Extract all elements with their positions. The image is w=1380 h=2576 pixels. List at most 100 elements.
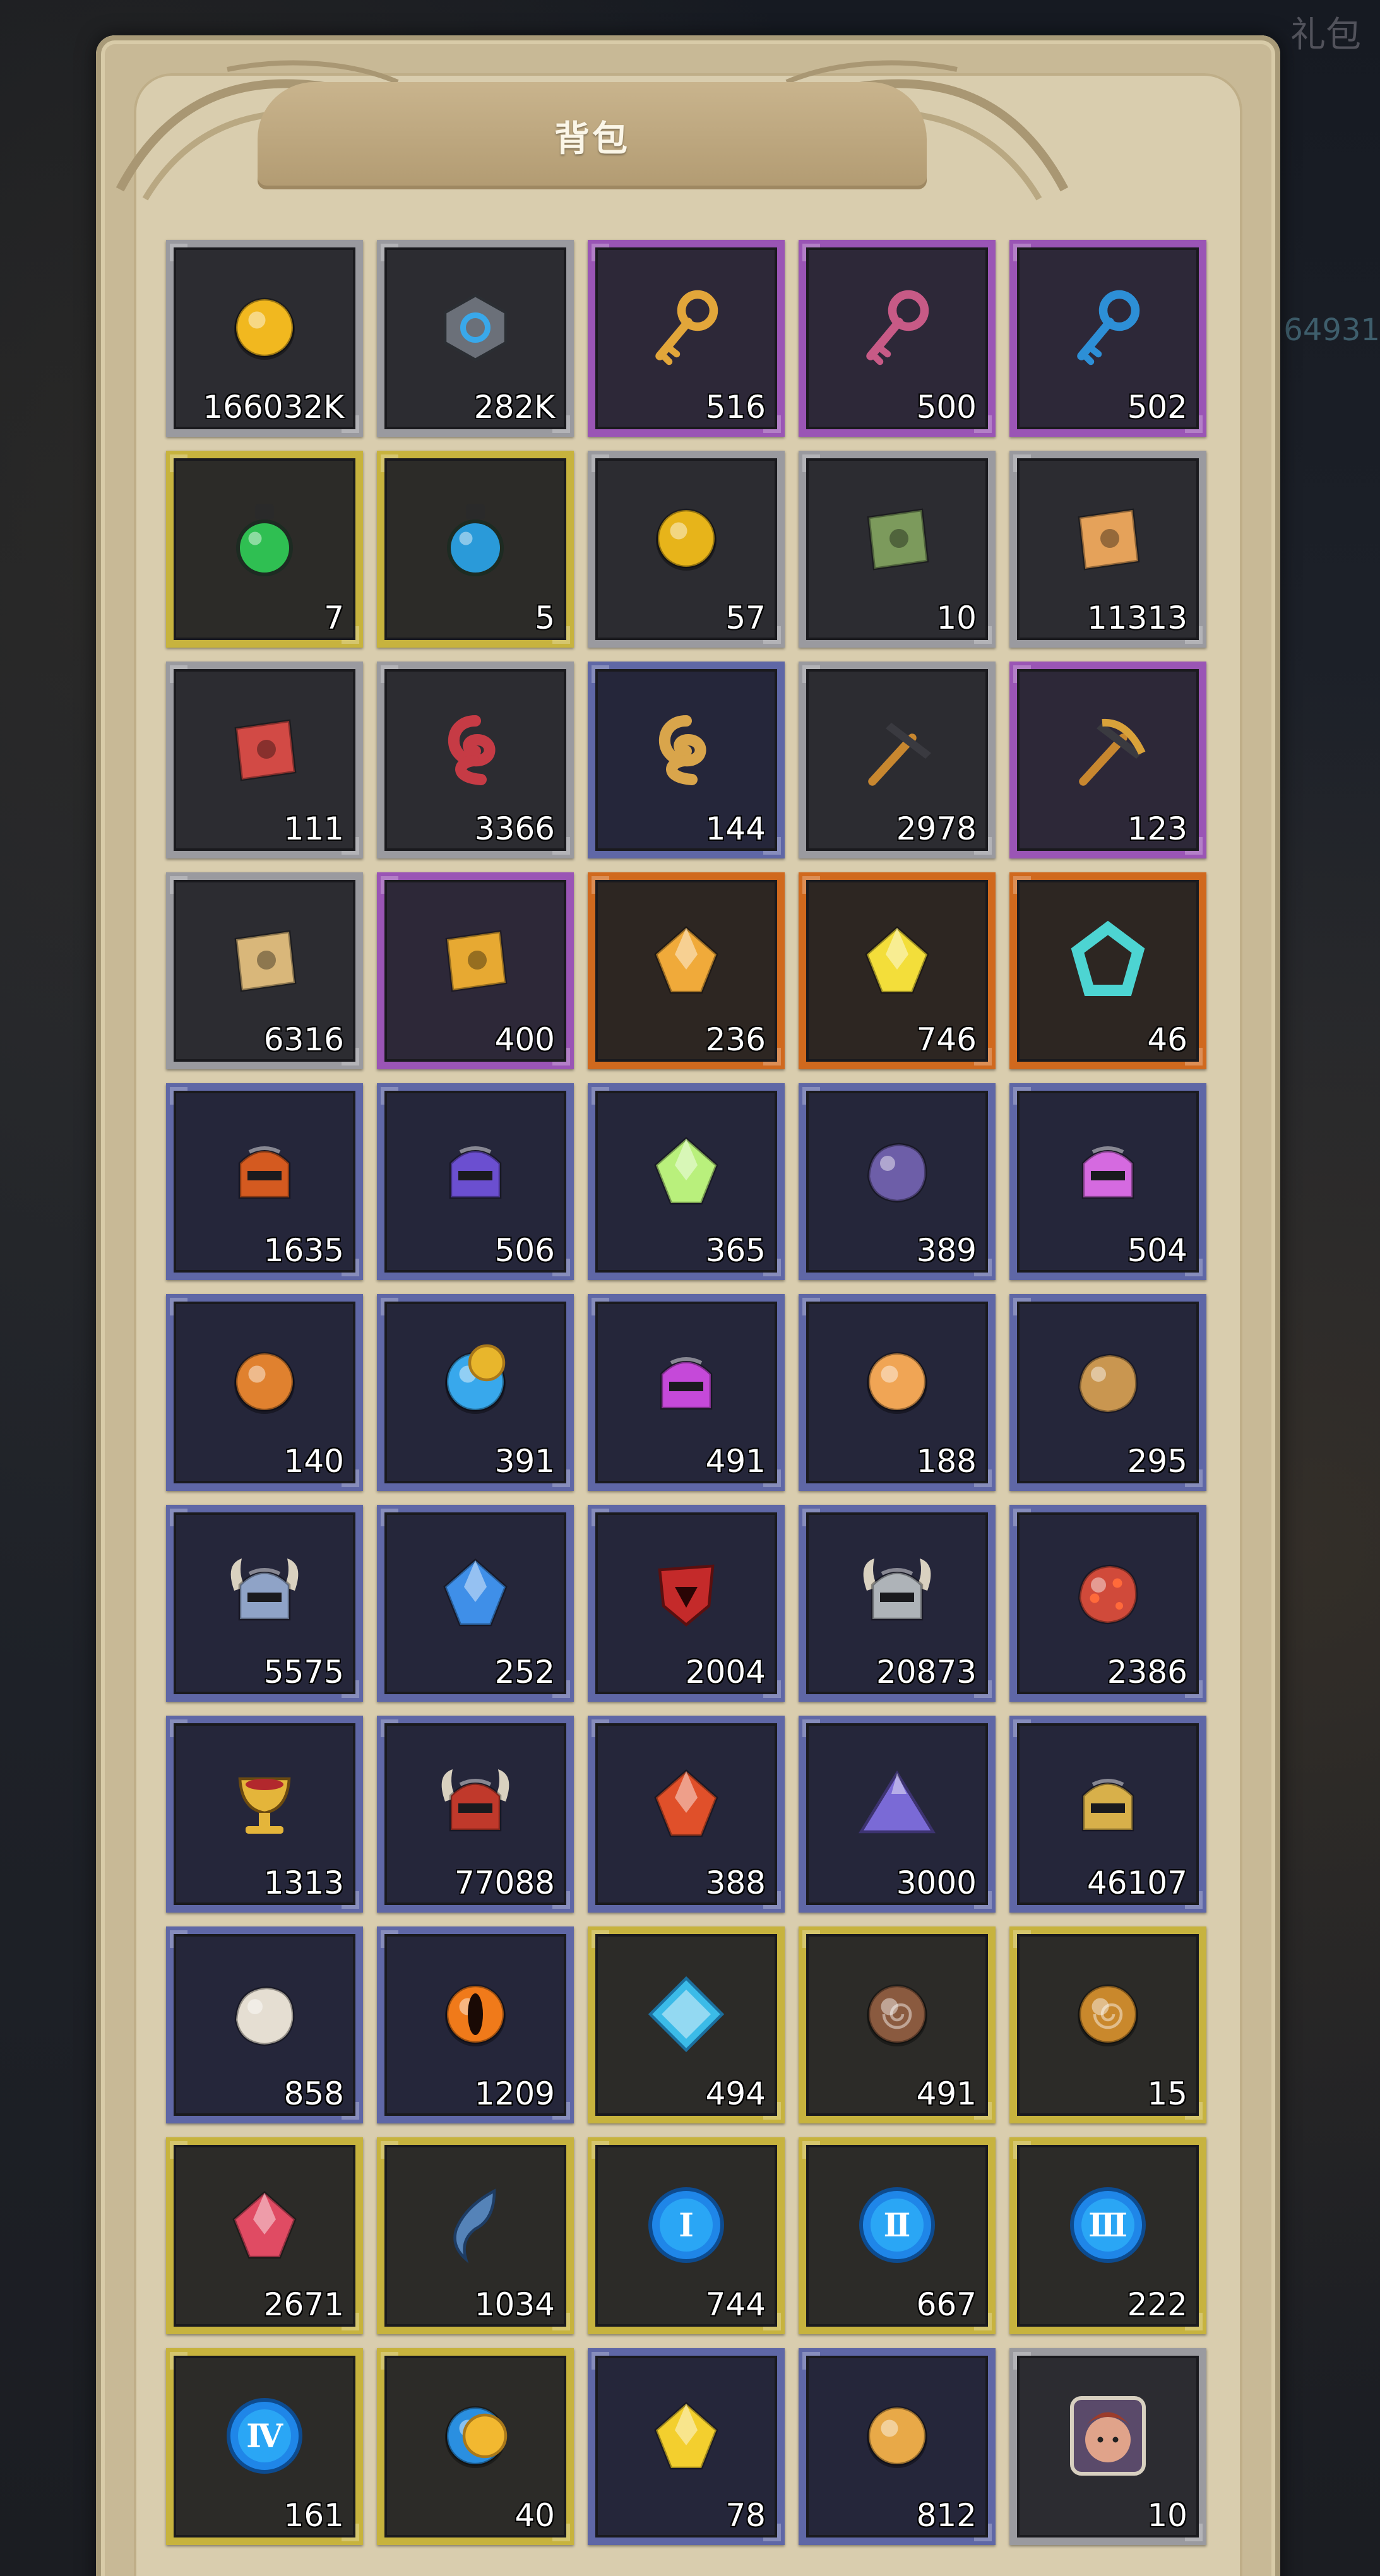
blue-gold-coin-icon <box>428 2389 523 2483</box>
svg-text:Ⅲ: Ⅲ <box>1088 2207 1127 2245</box>
svg-text:Ⅱ: Ⅱ <box>884 2207 911 2245</box>
brown-disc-icon <box>850 1967 944 2062</box>
hero-portrait-icon <box>1061 2389 1155 2483</box>
inventory-slot[interactable]: 123 <box>1009 662 1206 858</box>
green-gem-icon <box>639 1124 734 1218</box>
inventory-slot[interactable]: 2386 <box>1009 1505 1206 1702</box>
inventory-slot[interactable]: 389 <box>799 1083 996 1280</box>
inventory-slot[interactable]: 1635 <box>166 1083 363 1280</box>
inventory-slot[interactable]: Ⅲ 222 <box>1009 2137 1206 2334</box>
inventory-slot[interactable]: 6316 <box>166 872 363 1069</box>
inventory-slot[interactable]: 2978 <box>799 662 996 858</box>
item-count: 7 <box>324 600 344 636</box>
item-count: 365 <box>705 1232 766 1269</box>
inventory-slot[interactable]: 236 <box>588 872 785 1069</box>
svg-text:Ⅳ: Ⅳ <box>246 2418 283 2455</box>
inventory-slot[interactable]: 858 <box>166 1926 363 2123</box>
inventory-slot[interactable]: 365 <box>588 1083 785 1280</box>
bronze-rock-icon <box>1061 1334 1155 1429</box>
inventory-slot[interactable]: 2004 <box>588 1505 785 1702</box>
inventory-slot[interactable]: 400 <box>377 872 574 1069</box>
gold-coil-icon <box>639 702 734 797</box>
inventory-slot[interactable]: 15 <box>1009 1926 1206 2123</box>
inventory-slot[interactable]: 1034 <box>377 2137 574 2334</box>
rune-one-icon: Ⅰ <box>639 2178 734 2272</box>
inventory-slot[interactable]: 746 <box>799 872 996 1069</box>
viking-helmet-icon <box>850 1545 944 1640</box>
item-count: 252 <box>494 1654 555 1690</box>
inventory-slot[interactable]: 500 <box>799 240 996 437</box>
inventory-slot[interactable]: 46107 <box>1009 1716 1206 1913</box>
inventory-slot[interactable]: 491 <box>588 1294 785 1491</box>
inventory-slot[interactable]: 516 <box>588 240 785 437</box>
inventory-slot[interactable]: 388 <box>588 1716 785 1913</box>
item-count: 78 <box>725 2497 766 2534</box>
inventory-slot[interactable]: 78 <box>588 2348 785 2545</box>
inventory-slot[interactable]: 295 <box>1009 1294 1206 1491</box>
yellow-ore-icon <box>850 913 944 1007</box>
item-count: 236 <box>705 1021 766 1058</box>
inventory-slot[interactable]: 5 <box>377 451 574 648</box>
inventory-slot[interactable]: 10 <box>799 451 996 648</box>
ice-coin-icon <box>428 1334 523 1429</box>
inventory-slot[interactable]: 1313 <box>166 1716 363 1913</box>
item-count: 502 <box>1127 389 1187 425</box>
inventory-slot[interactable]: 282K <box>377 240 574 437</box>
purple-helmet-icon <box>428 1124 523 1218</box>
inventory-slot[interactable]: 3000 <box>799 1716 996 1913</box>
inventory-slot[interactable]: 57 <box>588 451 785 648</box>
yellow-gem-icon <box>639 2389 734 2483</box>
item-count: 123 <box>1127 810 1187 847</box>
item-count: 40 <box>515 2497 555 2534</box>
inventory-slot[interactable]: 166032K <box>166 240 363 437</box>
inventory-slot[interactable]: 77088 <box>377 1716 574 1913</box>
item-count: 1635 <box>263 1232 344 1269</box>
inventory-slot[interactable]: 502 <box>1009 240 1206 437</box>
blue-potion-icon <box>428 491 523 586</box>
item-count: 389 <box>916 1232 977 1269</box>
item-count: 140 <box>283 1443 344 1480</box>
inventory-slot[interactable]: 3366 <box>377 662 574 858</box>
item-count: 2386 <box>1107 1654 1187 1690</box>
inventory-slot[interactable]: 46 <box>1009 872 1206 1069</box>
item-count: 46 <box>1147 1021 1187 1058</box>
inventory-slot[interactable]: 40 <box>377 2348 574 2545</box>
gold-medal-icon <box>639 491 734 586</box>
inventory-slot[interactable]: 140 <box>166 1294 363 1491</box>
inventory-slot[interactable]: Ⅳ 161 <box>166 2348 363 2545</box>
inventory-slot[interactable]: 1209 <box>377 1926 574 2123</box>
inventory-slot[interactable]: 10 <box>1009 2348 1206 2545</box>
inventory-slot[interactable]: 812 <box>799 2348 996 2545</box>
inventory-slot[interactable]: 144 <box>588 662 785 858</box>
item-count: 46107 <box>1086 1865 1187 1901</box>
inventory-slot[interactable]: 5575 <box>166 1505 363 1702</box>
gold-tablet-icon <box>428 913 523 1007</box>
item-count: 516 <box>705 389 766 425</box>
blue-crystal-icon <box>428 1545 523 1640</box>
gold-key-icon <box>639 280 734 375</box>
item-count: 10 <box>936 600 977 636</box>
inventory-slot[interactable]: 188 <box>799 1294 996 1491</box>
inventory-slot[interactable]: 504 <box>1009 1083 1206 1280</box>
inventory-slot[interactable]: 7 <box>166 451 363 648</box>
inventory-slot[interactable]: 111 <box>166 662 363 858</box>
item-count: 491 <box>916 2075 977 2112</box>
inventory-slot[interactable]: 2671 <box>166 2137 363 2334</box>
title-plate: 背包 <box>258 82 927 189</box>
inventory-slot[interactable]: 506 <box>377 1083 574 1280</box>
inventory-slot[interactable]: 20873 <box>799 1505 996 1702</box>
inventory-slot[interactable]: 491 <box>799 1926 996 2123</box>
red-crystal-cluster-icon <box>217 2178 312 2272</box>
inventory-slot[interactable]: 252 <box>377 1505 574 1702</box>
inventory-slot[interactable]: 494 <box>588 1926 785 2123</box>
volcanic-ore-icon <box>639 1756 734 1851</box>
inventory-slot[interactable]: 391 <box>377 1294 574 1491</box>
item-count: 161 <box>283 2497 344 2534</box>
inventory-slot[interactable]: 11313 <box>1009 451 1206 648</box>
red-coil-icon <box>428 702 523 797</box>
background-gift-label: 礼包 <box>1290 15 1361 56</box>
inventory-slot[interactable]: Ⅰ 744 <box>588 2137 785 2334</box>
item-count: 6316 <box>263 1021 344 1058</box>
svg-text:Ⅰ: Ⅰ <box>679 2207 694 2245</box>
inventory-slot[interactable]: Ⅱ 667 <box>799 2137 996 2334</box>
